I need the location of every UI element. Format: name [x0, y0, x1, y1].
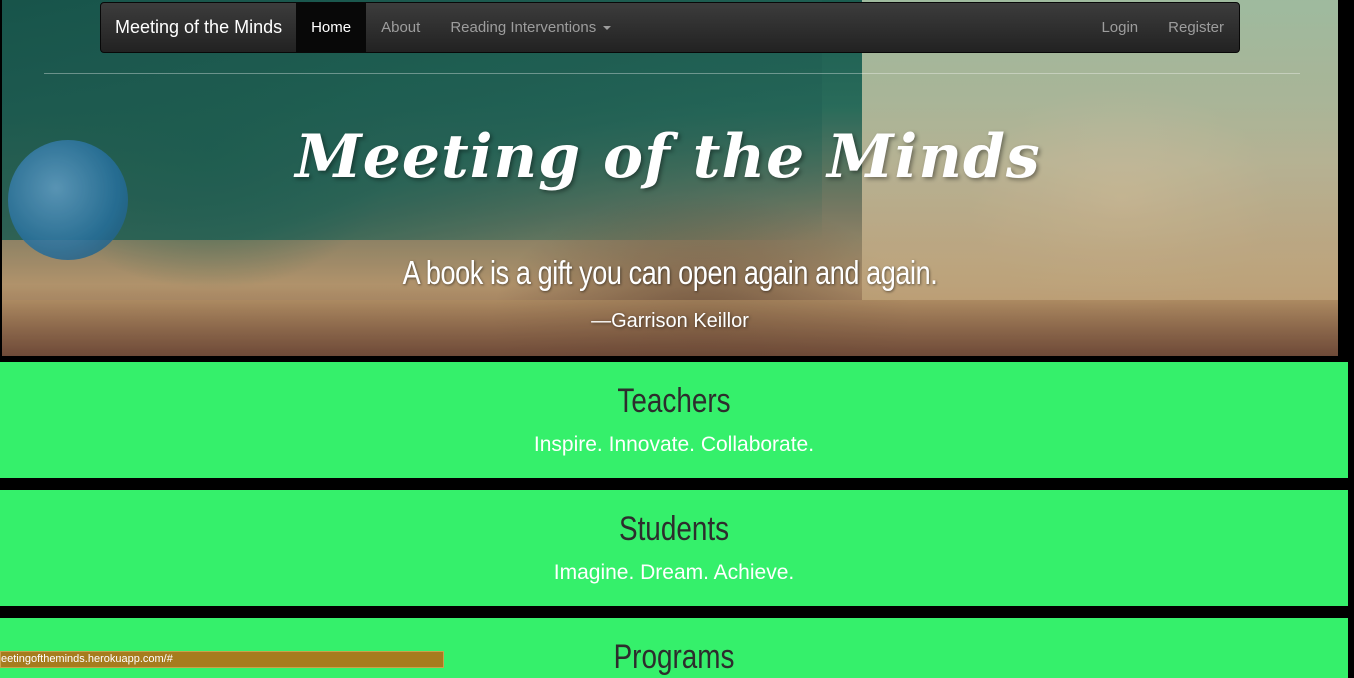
nav-item-label: Login: [1101, 19, 1139, 36]
section-students: Students Imagine. Dream. Achieve.: [0, 490, 1348, 606]
section-subtitle: Imagine. Dream. Achieve.: [553, 561, 795, 584]
section-title: Teachers: [617, 382, 731, 420]
top-navbar: Meeting of the Minds Home About Reading …: [100, 2, 1240, 53]
hero-divider: [44, 73, 1300, 74]
hero-title: Meeting of the Minds: [295, 122, 1041, 192]
nav-item-about[interactable]: About: [366, 3, 435, 52]
navbar-brand[interactable]: Meeting of the Minds: [101, 3, 296, 52]
nav-item-reading-interventions[interactable]: Reading Interventions: [435, 3, 626, 52]
hero-quote-author: —Garrison Keillor: [591, 310, 749, 332]
hero-banner: Meeting of the Minds A book is a gift yo…: [2, 0, 1338, 356]
section-teachers: Teachers Inspire. Innovate. Collaborate.: [0, 362, 1348, 478]
nav-item-label: Home: [311, 19, 352, 36]
nav-item-label: About: [381, 19, 421, 36]
nav-item-label: Register: [1168, 19, 1224, 36]
nav-right-group: Login Register: [1086, 3, 1239, 52]
hero-quote: A book is a gift you can open again and …: [402, 254, 938, 291]
section-title: Students: [618, 510, 730, 548]
nav-item-label: Reading Interventions: [450, 19, 597, 36]
nav-item-login[interactable]: Login: [1086, 3, 1153, 52]
nav-item-register[interactable]: Register: [1153, 3, 1239, 52]
nav-item-home[interactable]: Home: [296, 3, 367, 52]
browser-status-bar-url: eetingoftheminds.herokuapp.com/#: [0, 651, 444, 668]
section-subtitle: Inspire. Innovate. Collaborate.: [533, 433, 815, 456]
nav-left-group: Home About Reading Interventions: [296, 3, 626, 52]
section-programs: Programs: [0, 618, 1348, 678]
caret-down-icon: [603, 25, 612, 30]
